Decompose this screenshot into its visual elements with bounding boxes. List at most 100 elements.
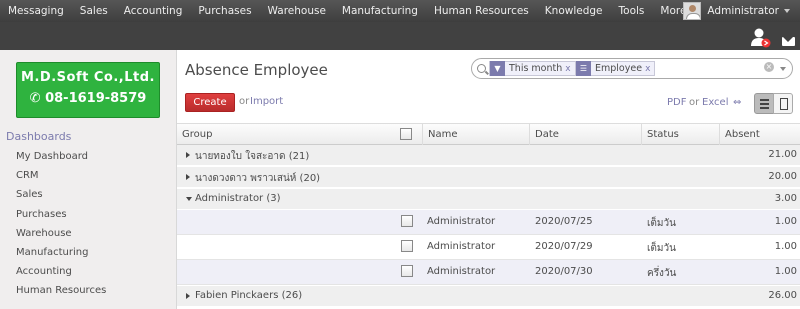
cell-absent: 1.00: [774, 266, 797, 277]
group-label: Fabien Pinckaers (26): [195, 290, 303, 301]
group-total: 3.00: [774, 193, 797, 204]
group-label: นายทองใบ ใจสะอาด (21): [195, 151, 310, 162]
menu-purchases[interactable]: Purchases: [190, 0, 259, 22]
form-icon: [780, 98, 788, 110]
clear-search-icon[interactable]: ×: [764, 62, 774, 72]
group-total: 21.00: [768, 149, 797, 160]
expand-icon[interactable]: ⇔: [733, 97, 741, 108]
list-icon-line: [760, 107, 769, 109]
group-row[interactable]: Fabien Pinckaers (26) 26.00: [177, 286, 800, 307]
column-header-date[interactable]: Date: [535, 124, 559, 145]
list-view-button[interactable]: [754, 93, 774, 114]
menu-human-resources[interactable]: Human Resources: [426, 0, 537, 22]
or-separator: or: [689, 97, 700, 108]
table-row[interactable]: Administrator 2020/07/29 เต็มวัน 1.00: [177, 235, 800, 260]
sidebar: M.D.Soft Co.,Ltd. ✆ 08-1619-8579 Dashboa…: [0, 50, 177, 309]
row-checkbox[interactable]: [401, 240, 413, 255]
chevron-down-icon: [784, 9, 790, 13]
create-button[interactable]: Create: [185, 93, 235, 112]
sidebar-item-purchases[interactable]: Purchases: [16, 205, 106, 224]
menu-sales[interactable]: Sales: [72, 0, 116, 22]
row-checkbox[interactable]: [401, 265, 413, 280]
company-logo[interactable]: M.D.Soft Co.,Ltd. ✆ 08-1619-8579: [16, 62, 160, 118]
column-header-name[interactable]: Name: [428, 124, 458, 145]
secondary-bar: [0, 22, 800, 50]
caret-right-icon: [186, 174, 190, 180]
list-icon-line: [760, 99, 769, 101]
sidebar-item-accounting[interactable]: Accounting: [16, 262, 106, 281]
table-row[interactable]: Administrator 2020/07/25 เต็มวัน 1.00: [177, 210, 800, 235]
column-header-absent[interactable]: Absent: [725, 124, 760, 145]
logo-phone: ✆ 08-1619-8579: [17, 91, 159, 106]
table-header: Group Name Date Status Absent: [177, 123, 800, 146]
import-link[interactable]: Import: [250, 96, 283, 107]
search-facet-this-month[interactable]: ▼ This month x: [489, 61, 576, 76]
cell-date: 2020/07/25: [535, 216, 593, 227]
cell-status: เต็มวัน: [647, 243, 676, 254]
group-total: 20.00: [768, 171, 797, 182]
sidebar-item-warehouse[interactable]: Warehouse: [16, 224, 106, 243]
main-content: Absence Employee ▼ This month x ☰ Employ…: [177, 50, 800, 309]
export-excel-link[interactable]: Excel: [702, 97, 729, 108]
logo-phone-number: 08-1619-8579: [45, 91, 147, 106]
cell-name: Administrator: [427, 266, 496, 277]
group-row[interactable]: นายทองใบ ใจสะอาด (21) 21.00: [177, 145, 800, 166]
menu-accounting[interactable]: Accounting: [116, 0, 191, 22]
column-header-status[interactable]: Status: [647, 124, 679, 145]
list-icon-line: [760, 103, 769, 105]
caret-down-icon: [186, 197, 192, 201]
top-menu: Messaging Sales Accounting Purchases War…: [0, 0, 705, 22]
search-facet-employee[interactable]: ☰ Employee x: [575, 61, 656, 76]
search-options-dropdown-icon[interactable]: [780, 67, 786, 71]
search-bar[interactable]: ▼ This month x ☰ Employee x ×: [471, 58, 793, 79]
sidebar-item-human-resources[interactable]: Human Resources: [16, 281, 106, 300]
menu-messaging[interactable]: Messaging: [0, 0, 72, 22]
group-total: 26.00: [768, 290, 797, 301]
caret-right-icon: [186, 293, 190, 299]
cell-status: ครึ่งวัน: [647, 268, 677, 279]
sidebar-section-dashboards: Dashboards: [6, 130, 72, 143]
avatar: [683, 2, 702, 20]
caret-right-icon: [186, 152, 190, 158]
menu-manufacturing[interactable]: Manufacturing: [334, 0, 426, 22]
facet-remove-icon[interactable]: x: [565, 64, 574, 74]
menu-tools[interactable]: Tools: [611, 0, 653, 22]
menu-knowledge[interactable]: Knowledge: [537, 0, 611, 22]
cell-name: Administrator: [427, 241, 496, 252]
cell-status: เต็มวัน: [647, 218, 676, 229]
sidebar-item-crm[interactable]: CRM: [16, 166, 106, 185]
cell-name: Administrator: [427, 216, 496, 227]
cell-date: 2020/07/30: [535, 266, 593, 277]
column-divider: [641, 124, 642, 146]
sidebar-menu: My Dashboard CRM Sales Purchases Warehou…: [16, 147, 106, 301]
group-row-expanded[interactable]: Administrator (3) 3.00: [177, 189, 800, 210]
select-all-checkbox[interactable]: [400, 128, 412, 142]
group-label: นางดวงดาว พราวเสน่ห์ (20): [195, 173, 321, 184]
column-divider: [719, 124, 720, 146]
logo-company-name: M.D.Soft Co.,Ltd.: [21, 70, 155, 85]
facet-remove-icon[interactable]: x: [645, 64, 654, 74]
sidebar-item-sales[interactable]: Sales: [16, 185, 106, 204]
sidebar-item-manufacturing[interactable]: Manufacturing: [16, 243, 106, 262]
row-checkbox[interactable]: [401, 215, 413, 230]
search-icon[interactable]: [477, 64, 486, 73]
export-pdf-link[interactable]: PDF: [667, 97, 686, 108]
mail-icon[interactable]: [782, 37, 795, 46]
group-by-icon: ☰: [576, 61, 591, 76]
menu-warehouse[interactable]: Warehouse: [260, 0, 334, 22]
group-row[interactable]: นางดวงดาว พราวเสน่ห์ (20) 20.00: [177, 167, 800, 188]
table-row[interactable]: Administrator 2020/07/30 ครึ่งวัน 1.00: [177, 260, 800, 285]
facet-label: This month: [509, 63, 563, 74]
user-name: Administrator: [707, 5, 779, 17]
column-header-group[interactable]: Group: [182, 124, 212, 145]
cell-date: 2020/07/29: [535, 241, 593, 252]
cell-absent: 1.00: [774, 241, 797, 252]
form-view-button[interactable]: [773, 93, 793, 114]
cell-absent: 1.00: [774, 216, 797, 227]
user-menu[interactable]: Administrator: [683, 0, 800, 22]
group-label: Administrator (3): [195, 193, 281, 204]
facet-label: Employee: [595, 63, 643, 74]
user-chat-icon[interactable]: [750, 27, 772, 49]
phone-icon: ✆: [29, 91, 46, 106]
sidebar-item-my-dashboard[interactable]: My Dashboard: [16, 147, 106, 166]
